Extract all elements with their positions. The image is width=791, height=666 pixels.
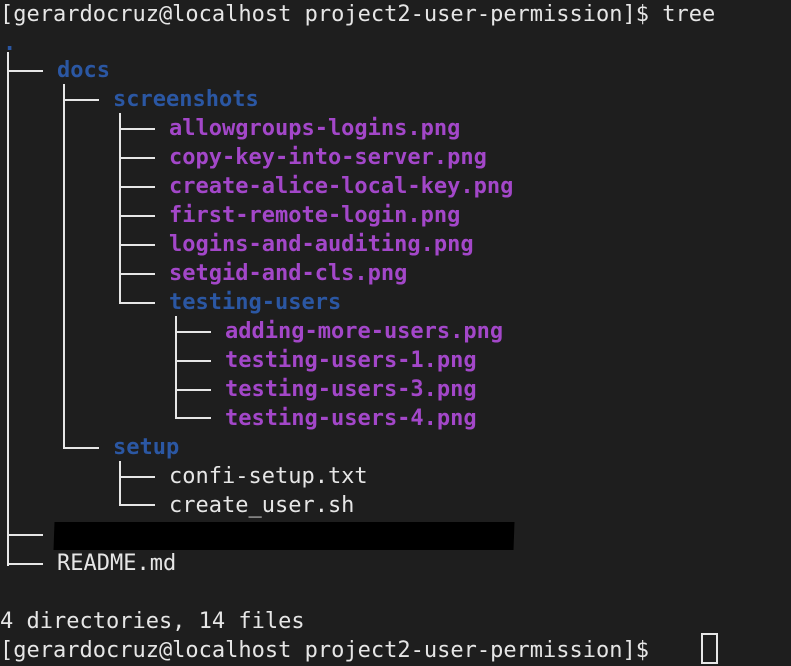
tree-branch-line <box>119 157 155 159</box>
tree-branch-line <box>119 476 155 478</box>
tree-summary: 4 directories, 14 files <box>0 609 305 634</box>
tree-branch-line <box>7 563 43 565</box>
tree-file: create_user.sh <box>169 493 355 518</box>
tree-file: first-remote-login.png <box>169 203 461 228</box>
tree-branch-line <box>119 273 155 275</box>
tree-file: copy-key-into-server.png <box>169 145 487 170</box>
tree-file-readme: README.md <box>57 551 177 576</box>
final-prompt: [gerardocruz@localhost project2-user-per… <box>0 638 663 663</box>
tree-dir-testing-users: testing-users <box>169 290 342 315</box>
tree-file: adding-more-users.png <box>225 319 504 344</box>
tree-dir-setup: setup <box>113 435 180 460</box>
tree-branch-line <box>119 461 121 505</box>
tree-file: allowgroups-logins.png <box>169 116 461 141</box>
tree-file: confi-setup.txt <box>169 464 368 489</box>
tree-branch-line <box>7 534 43 536</box>
tree-branch-line <box>175 389 211 391</box>
tree-branch-line <box>175 360 211 362</box>
tree-branch-line <box>175 417 211 419</box>
tree-root: . <box>3 31 17 56</box>
tree-file: testing-users-3.png <box>225 377 477 402</box>
tree-branch-line <box>119 215 155 217</box>
tree-branch-line <box>119 302 155 304</box>
tree-branch-line <box>175 331 211 333</box>
tree-file: setgid-and-cls.png <box>169 261 408 286</box>
tree-branch-line <box>63 99 99 101</box>
tree-dir-docs: docs <box>57 58 110 83</box>
tree-file: testing-users-1.png <box>225 348 477 373</box>
tree-branch-line <box>63 84 65 449</box>
tree-branch-line <box>119 504 155 506</box>
prompt-line: [gerardocruz@localhost project2-user-per… <box>0 2 716 27</box>
tree-file: logins-and-auditing.png <box>169 232 474 257</box>
tree-file: testing-users-4.png <box>225 406 477 431</box>
redacted-entry <box>53 522 515 550</box>
tree-branch-line <box>119 244 155 246</box>
tree-branch-line <box>63 447 99 449</box>
tree-branch-line <box>119 186 155 188</box>
tree-dir-screenshots: screenshots <box>113 87 259 112</box>
tree-branch-line <box>119 113 121 304</box>
terminal-window[interactable]: [gerardocruz@localhost project2-user-per… <box>0 0 791 666</box>
text-cursor[interactable] <box>701 633 718 664</box>
tree-branch-line <box>7 52 9 566</box>
tree-branch-line <box>7 70 43 72</box>
tree-branch-line <box>119 128 155 130</box>
tree-file: create-alice-local-key.png <box>169 174 514 199</box>
